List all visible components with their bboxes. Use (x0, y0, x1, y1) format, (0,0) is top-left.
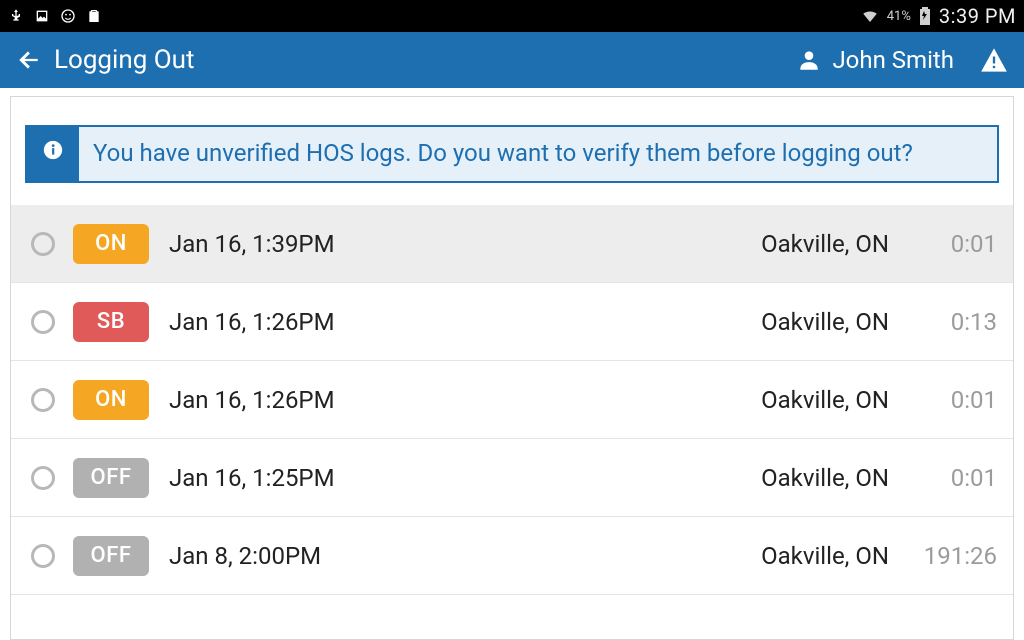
android-status-bar: 41% 3:39 PM (0, 0, 1024, 32)
log-location: Oakville, ON (761, 386, 889, 414)
status-chip: SB (73, 302, 149, 342)
log-location: Oakville, ON (761, 542, 889, 570)
log-duration: 191:26 (913, 542, 997, 570)
log-row-radio[interactable] (31, 232, 55, 256)
log-row-radio[interactable] (31, 544, 55, 568)
alert-button[interactable] (978, 44, 1010, 76)
page-title: Logging Out (54, 45, 796, 75)
wifi-icon (861, 7, 879, 25)
info-banner-message: You have unverified HOS logs. Do you wan… (79, 127, 927, 181)
info-icon (27, 127, 79, 181)
log-row[interactable]: ON Jan 16, 1:26PMOakville, ON 0:01 (11, 361, 1013, 439)
battery-icon (919, 7, 931, 25)
log-row[interactable]: OFF Jan 16, 1:25PMOakville, ON 0:01 (11, 439, 1013, 517)
image-icon (34, 8, 50, 24)
user-block[interactable]: John Smith (796, 46, 954, 74)
face-icon (60, 8, 76, 24)
log-datetime: Jan 16, 1:26PM (169, 308, 761, 336)
log-row-radio[interactable] (31, 388, 55, 412)
info-banner: You have unverified HOS logs. Do you wan… (25, 125, 999, 183)
log-location: Oakville, ON (761, 230, 889, 258)
log-location: Oakville, ON (761, 464, 889, 492)
log-datetime: Jan 16, 1:39PM (169, 230, 761, 258)
log-row[interactable]: ON Jan 16, 1:39PMOakville, ON 0:01 (11, 205, 1013, 283)
log-datetime: Jan 8, 2:00PM (169, 542, 761, 570)
log-duration: 0:01 (913, 230, 997, 258)
usb-icon (8, 8, 24, 24)
log-duration: 0:01 (913, 464, 997, 492)
log-datetime: Jan 16, 1:26PM (169, 386, 761, 414)
log-list: ONJan 16, 1:39PMOakville, ON0:01SBJan 16… (11, 205, 1013, 595)
status-clock: 3:39 PM (939, 4, 1016, 28)
clipboard-icon (86, 8, 102, 24)
person-icon (796, 47, 822, 73)
log-row-radio[interactable] (31, 310, 55, 334)
log-duration: 0:13 (913, 308, 997, 336)
app-header: Logging Out John Smith (0, 32, 1024, 88)
log-location: Oakville, ON (761, 308, 889, 336)
main-card: You have unverified HOS logs. Do you wan… (10, 96, 1014, 640)
status-chip: OFF (73, 536, 149, 576)
log-duration: 0:01 (913, 386, 997, 414)
battery-percent-label: 41% (887, 9, 911, 24)
back-button[interactable] (14, 45, 44, 75)
status-chip: ON (73, 380, 149, 420)
user-name-label: John Smith (832, 46, 954, 74)
status-chip: OFF (73, 458, 149, 498)
log-row[interactable]: OFF Jan 8, 2:00PMOakville, ON 191:26 (11, 517, 1013, 595)
log-datetime: Jan 16, 1:25PM (169, 464, 761, 492)
log-row[interactable]: SB Jan 16, 1:26PMOakville, ON 0:13 (11, 283, 1013, 361)
status-chip: ON (73, 224, 149, 264)
log-row-radio[interactable] (31, 466, 55, 490)
